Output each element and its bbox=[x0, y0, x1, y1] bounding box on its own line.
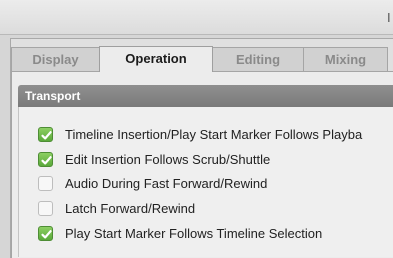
checkbox-unchecked[interactable] bbox=[38, 176, 53, 191]
tab-mixing[interactable]: Mixing bbox=[303, 47, 388, 71]
checkmark-icon bbox=[41, 230, 52, 239]
tab-display[interactable]: Display bbox=[11, 47, 100, 71]
checkmark-icon bbox=[41, 156, 52, 165]
option-label: Edit Insertion Follows Scrub/Shuttle bbox=[65, 152, 271, 167]
checkbox-checked[interactable] bbox=[38, 226, 53, 241]
option-label: Latch Forward/Rewind bbox=[65, 201, 196, 216]
window-title: I bbox=[387, 10, 391, 25]
checkbox-checked[interactable] bbox=[38, 127, 53, 142]
option-label: Play Start Marker Follows Timeline Selec… bbox=[65, 226, 323, 241]
option-label: Timeline Insertion/Play Start Marker Fol… bbox=[65, 127, 363, 142]
tab-operation[interactable]: Operation bbox=[99, 46, 213, 72]
section-header-transport: Transport bbox=[18, 85, 393, 107]
checkbox-unchecked[interactable] bbox=[38, 201, 53, 216]
option-label: Audio During Fast Forward/Rewind bbox=[65, 176, 268, 191]
checkbox-checked[interactable] bbox=[38, 152, 53, 167]
checkmark-icon bbox=[41, 131, 52, 140]
tab-editing[interactable]: Editing bbox=[212, 47, 304, 71]
window-titlebar: I bbox=[0, 0, 393, 35]
